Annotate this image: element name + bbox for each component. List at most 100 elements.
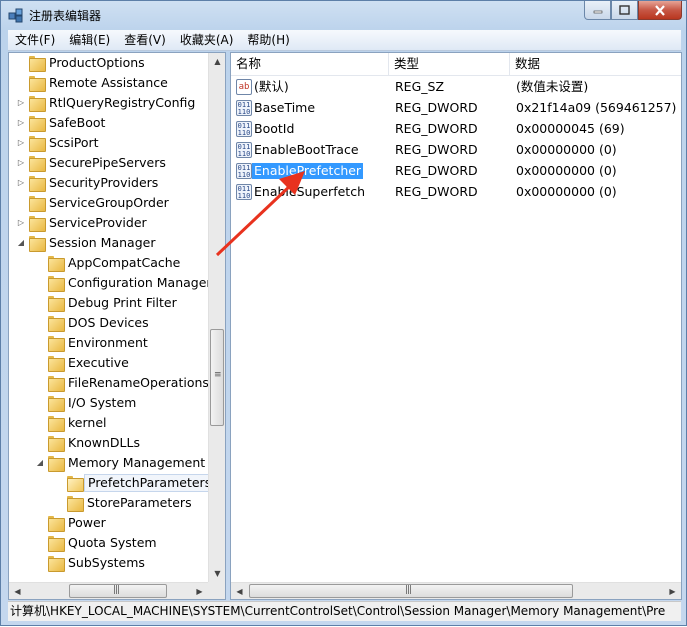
tree-item[interactable]: FileRenameOperations — [9, 373, 209, 393]
value-name: BaseTime — [254, 100, 316, 115]
title-bar[interactable]: 注册表编辑器 — [1, 1, 686, 30]
tree-item[interactable]: ▷ ScsiPort — [9, 133, 209, 153]
caption-buttons — [584, 1, 682, 21]
expand-arrow-icon[interactable]: ▷ — [16, 118, 26, 128]
scroll-left-arrow-icon[interactable]: ◀ — [9, 583, 26, 599]
tree-item[interactable]: Remote Assistance — [9, 73, 209, 93]
value-row[interactable]: 011 110 EnableSuperfetch REG_DWORD 0x0000000… — [231, 182, 681, 203]
value-row[interactable]: 011 110 EnablePrefetcher REG_DWORD 0x0000000… — [231, 161, 681, 182]
tree-item[interactable]: ◢ Memory Management — [9, 453, 209, 473]
registry-key-tree[interactable]: ProductOptions Remote Assistance ▷ RtlQuery… — [8, 52, 226, 600]
tree-item[interactable]: StoreParameters — [9, 493, 209, 513]
folder-icon — [29, 136, 46, 152]
tree-item-label: AppCompatCache — [68, 255, 181, 270]
scroll-left-arrow-icon[interactable]: ◀ — [231, 583, 248, 599]
tree-vertical-scrollbar[interactable]: ▲ ≡ ▼ — [208, 53, 225, 582]
column-header-type[interactable]: 类型 — [389, 53, 510, 76]
tree-item-label: DOS Devices — [68, 315, 149, 330]
tree-item[interactable]: ▷ SecurityProviders — [9, 173, 209, 193]
expand-arrow-icon[interactable]: ▷ — [16, 138, 26, 148]
menu-help[interactable]: 帮助(H) — [240, 30, 296, 50]
tree-vertical-scroll-thumb[interactable]: ≡ — [210, 329, 224, 426]
tree-item[interactable]: SubSystems — [9, 553, 209, 573]
maximize-icon — [619, 5, 630, 15]
menu-bar: 文件(F) 编辑(E) 查看(V) 收藏夹(A) 帮助(H) — [8, 30, 681, 51]
expand-arrow-icon[interactable]: ▷ — [16, 98, 26, 108]
expand-arrow-icon[interactable]: ▷ — [16, 158, 26, 168]
value-row[interactable]: 011 110 BaseTime REG_DWORD 0x21f14a09 (56946… — [231, 98, 681, 119]
value-type: REG_DWORD — [395, 184, 478, 199]
tree-item[interactable]: Debug Print Filter — [9, 293, 209, 313]
registry-values-list[interactable]: 名称 类型 数据 ab (默认) REG_SZ (数值未设置) 011 110 BaseTi… — [230, 52, 682, 600]
collapse-arrow-icon[interactable]: ◢ — [35, 458, 45, 468]
list-horizontal-scrollbar[interactable]: ◀ ||| ▶ — [231, 582, 681, 599]
value-row[interactable]: 011 110 BootId REG_DWORD 0x00000045 (69) — [231, 119, 681, 140]
close-icon — [655, 4, 665, 16]
value-type: REG_SZ — [395, 79, 445, 94]
tree-horizontal-scrollbar[interactable]: ◀ ||| ▶ — [9, 582, 208, 599]
folder-icon — [29, 76, 46, 92]
menu-file[interactable]: 文件(F) — [8, 30, 62, 50]
tree-item[interactable]: ServiceGroupOrder — [9, 193, 209, 213]
menu-edit[interactable]: 编辑(E) — [62, 30, 117, 50]
tree-item[interactable]: ProductOptions — [9, 53, 209, 73]
tree-item[interactable]: PrefetchParameters — [9, 473, 216, 493]
scroll-right-arrow-icon[interactable]: ▶ — [191, 583, 208, 599]
value-type: REG_DWORD — [395, 100, 478, 115]
tree-item[interactable]: ▷ ServiceProvider — [9, 213, 209, 233]
column-header-data[interactable]: 数据 — [510, 53, 681, 76]
value-data: 0x00000000 (0) — [516, 163, 617, 178]
folder-icon — [29, 216, 46, 232]
dword-value-icon: 011 110 — [236, 100, 252, 116]
tree-item-label: ServiceGroupOrder — [49, 195, 169, 210]
tree-horizontal-scroll-thumb[interactable]: ||| — [69, 584, 167, 598]
folder-icon — [48, 316, 65, 332]
collapse-arrow-icon[interactable]: ◢ — [16, 238, 26, 248]
expand-arrow-icon[interactable]: ▷ — [16, 178, 26, 188]
column-header-name[interactable]: 名称 — [231, 53, 389, 76]
tree-item-label: Power — [68, 515, 106, 530]
tree-item[interactable]: Configuration Manager — [9, 273, 212, 293]
menu-favorites[interactable]: 收藏夹(A) — [173, 30, 241, 50]
tree-item[interactable]: Environment — [9, 333, 209, 353]
value-row[interactable]: 011 110 EnableBootTrace REG_DWORD 0x00000000… — [231, 140, 681, 161]
tree-item-label: SecurityProviders — [49, 175, 159, 190]
close-button[interactable] — [638, 1, 682, 20]
folder-icon — [48, 416, 65, 432]
tree-item[interactable]: kernel — [9, 413, 209, 433]
value-data: 0x00000000 (0) — [516, 184, 617, 199]
tree-item[interactable]: ◢ Session Manager — [9, 233, 209, 253]
tree-item[interactable]: Quota System — [9, 533, 209, 553]
scroll-down-arrow-icon[interactable]: ▼ — [209, 565, 225, 582]
folder-icon — [48, 396, 65, 412]
tree-item-label: Memory Management — [68, 455, 206, 470]
tree-item[interactable]: DOS Devices — [9, 313, 209, 333]
tree-item-label: PrefetchParameters — [84, 474, 216, 492]
registry-editor-window: 注册表编辑器 文件(F) 编辑(E) 查看(V) 收藏夹(A) 帮助(H) Pr… — [0, 0, 687, 626]
tree-item[interactable]: Executive — [9, 353, 209, 373]
tree-item[interactable]: AppCompatCache — [9, 253, 209, 273]
maximize-button[interactable] — [611, 1, 638, 20]
tree-item[interactable]: ▷ SafeBoot — [9, 113, 209, 133]
tree-item[interactable]: KnownDLLs — [9, 433, 209, 453]
grip-icon: ||| — [113, 585, 120, 595]
tree-item[interactable]: I/O System — [9, 393, 209, 413]
expand-arrow-icon[interactable]: ▷ — [16, 218, 26, 228]
minimize-button[interactable] — [584, 1, 611, 20]
tree-item[interactable]: ▷ RtlQueryRegistryConfig — [9, 93, 209, 113]
list-horizontal-scroll-thumb[interactable]: ||| — [249, 584, 573, 598]
tree-item[interactable]: Power — [9, 513, 209, 533]
scroll-up-arrow-icon[interactable]: ▲ — [209, 53, 225, 70]
window-title: 注册表编辑器 — [29, 9, 102, 23]
tree-item[interactable]: ▷ SecurePipeServers — [9, 153, 209, 173]
value-type: REG_DWORD — [395, 142, 478, 157]
scroll-right-arrow-icon[interactable]: ▶ — [664, 583, 681, 599]
value-row[interactable]: ab (默认) REG_SZ (数值未设置) — [231, 77, 681, 98]
menu-view[interactable]: 查看(V) — [117, 30, 173, 50]
